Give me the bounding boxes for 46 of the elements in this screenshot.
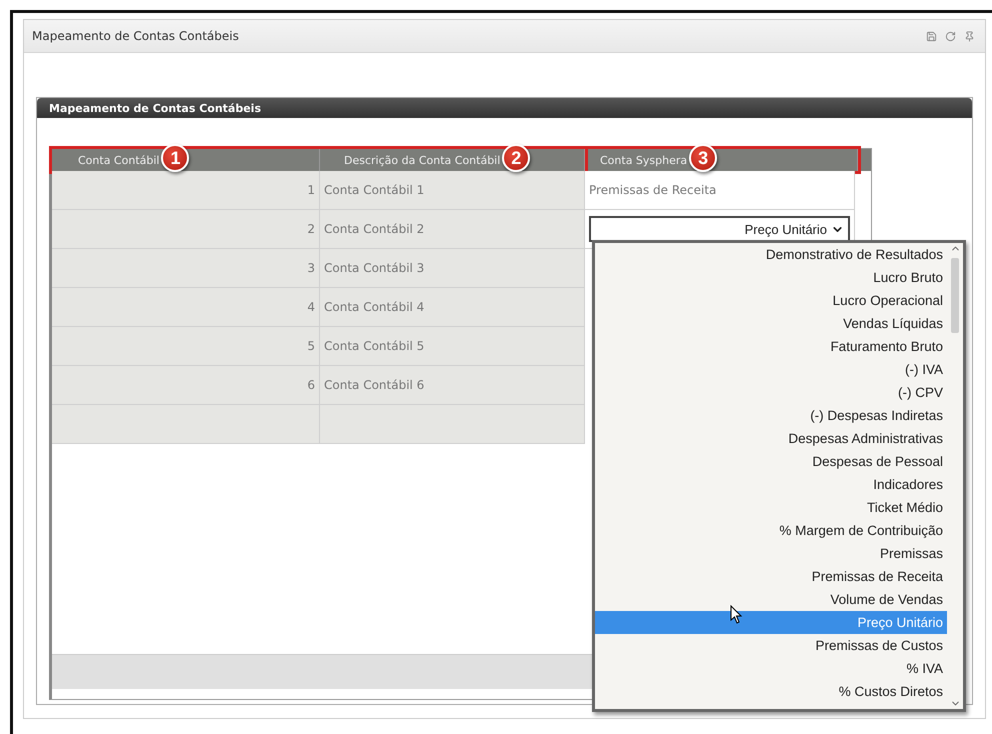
table-cell: Conta Contábil 3 bbox=[320, 249, 585, 288]
dropdown-option[interactable]: (-) IVA bbox=[595, 358, 947, 381]
dropdown-option[interactable]: (-) Despesas Indiretas bbox=[595, 404, 947, 427]
dropdown-option[interactable]: Indicadores bbox=[595, 473, 947, 496]
number-badge: 1 bbox=[161, 144, 190, 172]
table-cell: 4 bbox=[52, 288, 320, 327]
dropdown-option[interactable]: (-) CPV bbox=[595, 381, 947, 404]
scrollbar-thumb[interactable] bbox=[951, 258, 959, 333]
number-badge: 3 bbox=[689, 144, 718, 172]
save-icon[interactable] bbox=[926, 30, 937, 42]
table-cell: 6 bbox=[52, 366, 320, 405]
dropdown-option[interactable]: % Margem de Contribuição bbox=[595, 519, 947, 542]
table-cell: Conta Contábil 5 bbox=[320, 327, 585, 366]
number-badge: 2 bbox=[502, 144, 530, 172]
dropdown-option[interactable]: Despesas Administrativas bbox=[595, 427, 947, 450]
dropdown-option[interactable]: Lucro Operacional bbox=[595, 289, 947, 312]
table-cell: Conta Contábil 6 bbox=[320, 366, 585, 405]
table-cell: Conta Contábil 2 bbox=[320, 210, 585, 249]
dropdown-option[interactable]: Demonstrativo de Resultados bbox=[595, 243, 947, 266]
column-header[interactable]: Conta Contábil bbox=[78, 154, 160, 166]
dropdown-option[interactable]: Premissas de Receita bbox=[595, 565, 947, 588]
column-header[interactable]: Descrição da Conta Contábil bbox=[344, 154, 500, 166]
dropdown-option[interactable]: Volume de Vendas bbox=[595, 588, 947, 611]
pin-icon[interactable] bbox=[964, 30, 975, 42]
table-cell: 5 bbox=[52, 327, 320, 366]
table-cell: 1 bbox=[52, 171, 320, 210]
dropdown-option[interactable]: Premissas de Custos bbox=[595, 634, 947, 657]
dropdown-option[interactable]: Vendas Líquidas bbox=[595, 312, 947, 335]
cursor-icon bbox=[730, 605, 744, 625]
table-cell: 3 bbox=[52, 249, 320, 288]
inner-panel-title: Mapeamento de Contas Contábeis bbox=[49, 102, 262, 114]
dropdown-option[interactable]: Despesas de Pessoal bbox=[595, 450, 947, 473]
dropdown-option[interactable]: Lucro Bruto bbox=[595, 266, 947, 289]
column-header[interactable]: Conta Sysphera bbox=[600, 154, 688, 166]
dropdown-option[interactable]: Faturamento Bruto bbox=[595, 335, 947, 358]
dropdown-option[interactable]: % Custos Diretos bbox=[595, 680, 947, 703]
panel-title: Mapeamento de Contas Contábeis bbox=[32, 29, 239, 43]
table-cell: 2 bbox=[52, 210, 320, 249]
table-cell: Conta Contábil 1 bbox=[320, 171, 585, 210]
refresh-icon[interactable] bbox=[945, 30, 956, 42]
dropdown-option[interactable]: Ticket Médio bbox=[595, 496, 947, 519]
account-select[interactable]: Preço Unitário bbox=[589, 216, 850, 242]
table-cell: Premissas de Receita bbox=[585, 171, 855, 210]
dropdown-option[interactable]: Premissas bbox=[595, 542, 947, 565]
table-cell: Conta Contábil 4 bbox=[320, 288, 585, 327]
dropdown-option[interactable]: % IVA bbox=[595, 657, 947, 680]
